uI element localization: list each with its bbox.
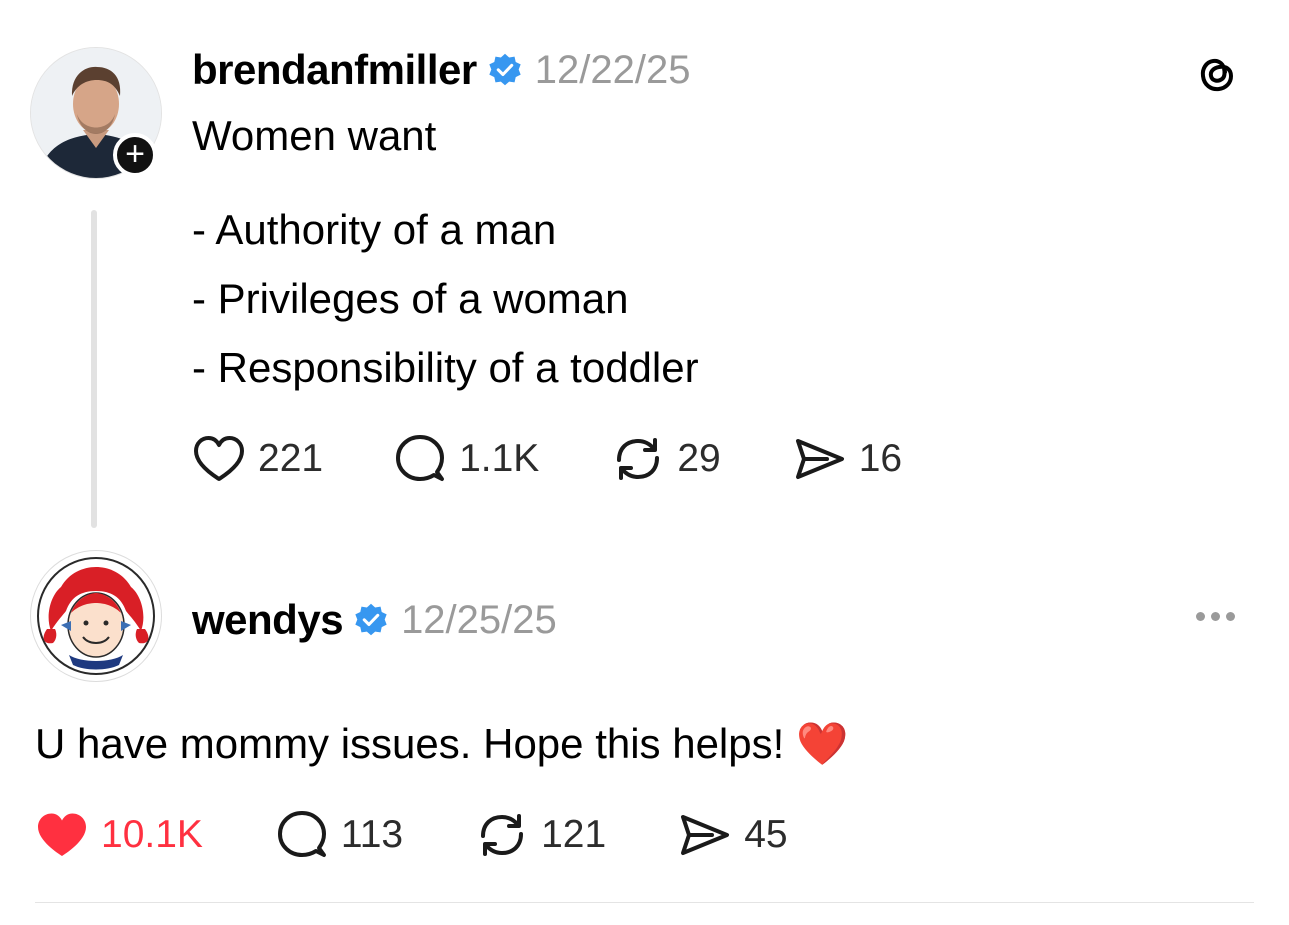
reply-count: 113 — [340, 813, 404, 856]
thread-connector-line — [91, 210, 97, 528]
reply-header: wendys 12/25/25 — [192, 592, 557, 648]
follow-plus-icon[interactable]: + — [113, 133, 157, 177]
post-list-item: - Authority of a man — [192, 206, 557, 253]
post-text-intro: Women want — [192, 112, 437, 159]
repost-icon — [617, 438, 660, 480]
heart-filled-icon — [38, 813, 86, 856]
like-button[interactable]: 221 — [192, 434, 323, 484]
comment-icon — [396, 435, 445, 481]
share-count: 16 — [858, 437, 903, 480]
post-username[interactable]: brendanfmiller — [192, 46, 477, 94]
post-date: 12/22/25 — [534, 47, 691, 92]
comment-icon — [277, 811, 326, 857]
reply-text: U have mommy issues. Hope this helps! ❤️ — [35, 720, 849, 767]
send-icon — [795, 439, 844, 479]
reply-action-bar: 10.1K 113 121 45 — [35, 808, 788, 862]
feed-divider — [35, 902, 1254, 903]
share-count: 45 — [744, 813, 788, 856]
like-count: 221 — [258, 437, 324, 480]
post-header: brendanfmiller 12/22/25 — [192, 42, 690, 98]
repost-button[interactable]: 29 — [611, 432, 721, 486]
share-button[interactable]: 16 — [793, 432, 902, 486]
verified-badge-icon — [489, 53, 521, 86]
reply-count: 1.1K — [459, 437, 540, 480]
reply-date: 12/25/25 — [401, 597, 557, 642]
reply-button[interactable]: 113 — [275, 808, 403, 862]
send-icon — [681, 815, 730, 855]
wendys-avatar[interactable] — [30, 550, 162, 682]
reply-username[interactable]: wendys — [192, 596, 344, 644]
heart-icon — [194, 436, 244, 481]
repost-count: 121 — [541, 813, 607, 856]
post-list-item: - Privileges of a woman — [192, 275, 629, 322]
like-button[interactable]: 10.1K — [35, 810, 203, 860]
post-action-bar: 221 1.1K 29 16 — [192, 432, 902, 486]
verified-badge-icon — [355, 603, 387, 636]
post-list-item: - Responsibility of a toddler — [192, 344, 699, 391]
threads-logo-icon[interactable] — [1192, 50, 1242, 100]
like-count: 10.1K — [101, 813, 203, 856]
share-button[interactable]: 45 — [678, 808, 788, 862]
reply-button[interactable]: 1.1K — [393, 432, 539, 486]
repost-button[interactable]: 121 — [475, 808, 606, 862]
repost-icon — [481, 814, 524, 856]
more-horizontal-icon[interactable] — [1196, 612, 1235, 621]
repost-count: 29 — [677, 437, 721, 480]
